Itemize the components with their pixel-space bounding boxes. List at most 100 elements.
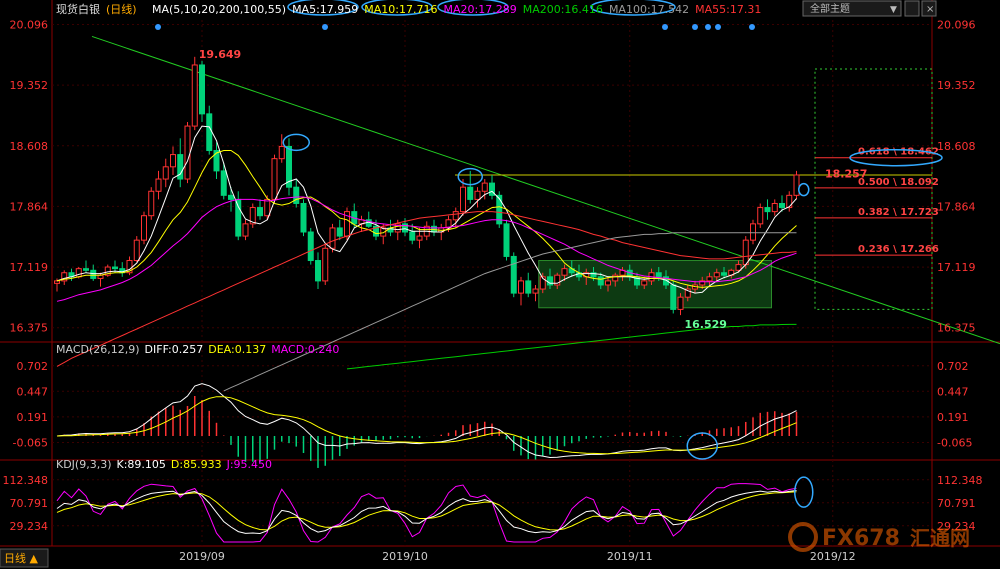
y-tick-right: 20.096 bbox=[937, 19, 976, 32]
candle-body bbox=[90, 269, 97, 279]
candle-body bbox=[155, 178, 162, 192]
candle-body bbox=[764, 207, 771, 213]
y-tick-right: 16.375 bbox=[937, 322, 976, 335]
event-dot bbox=[715, 24, 721, 30]
period-tab-label: 日线 ▲ bbox=[4, 551, 38, 565]
price-chart[interactable]: 20.096 20.096 19.352 19.352 18.608 18.608 17.8… bbox=[0, 0, 1000, 569]
candle-body bbox=[133, 239, 140, 262]
y-tick-left: 0.191 bbox=[17, 411, 49, 424]
y-tick-right: 0.447 bbox=[937, 385, 969, 398]
candle-body bbox=[721, 272, 727, 276]
legend-item: DEA:0.137 bbox=[208, 343, 266, 356]
y-tick-right: 17.864 bbox=[937, 200, 976, 213]
candle-body bbox=[786, 194, 793, 209]
candle-body bbox=[278, 145, 285, 160]
candle-body bbox=[184, 125, 191, 180]
legend-item: KDJ(9,3,3) bbox=[56, 458, 112, 471]
candle-body bbox=[612, 274, 619, 282]
y-tick-right: 70.791 bbox=[937, 497, 976, 510]
y-tick-right: 112.348 bbox=[937, 474, 983, 487]
event-dot bbox=[155, 24, 161, 30]
candle-body bbox=[315, 260, 321, 282]
candle-body bbox=[641, 280, 648, 286]
candle-body bbox=[170, 154, 176, 168]
symbol-title: 现货白银 bbox=[56, 2, 100, 16]
candle-body bbox=[329, 227, 336, 249]
candle-body bbox=[670, 284, 677, 310]
candle-body bbox=[264, 198, 271, 217]
candle-body bbox=[271, 158, 278, 200]
candle-body bbox=[503, 223, 510, 257]
candle-body bbox=[757, 207, 764, 225]
last-label: 18.257 bbox=[825, 167, 867, 180]
fib-label: 0.500 \ 18.092 bbox=[858, 177, 939, 188]
candle-body bbox=[235, 198, 242, 237]
candle-body bbox=[713, 272, 720, 278]
candle-body bbox=[162, 166, 169, 180]
y-tick-left: 17.119 bbox=[10, 261, 49, 274]
watermark-text: FX678 bbox=[822, 526, 900, 551]
legend-item: MACD(26,12,9) bbox=[56, 343, 140, 356]
candle-body bbox=[112, 266, 118, 270]
candle-body bbox=[793, 174, 800, 196]
candle-body bbox=[452, 211, 459, 221]
legend-item: MACD:0.240 bbox=[271, 343, 339, 356]
period-label: (日线) bbox=[106, 2, 137, 16]
candle-body bbox=[605, 280, 611, 286]
candle-body bbox=[300, 202, 307, 233]
y-tick-right: 0.702 bbox=[937, 360, 969, 373]
candle-body bbox=[83, 268, 89, 271]
candle-body bbox=[148, 190, 155, 217]
candle-body bbox=[206, 113, 213, 152]
ma-legend-item: MA20:17.289 bbox=[444, 3, 517, 16]
event-dot bbox=[662, 24, 668, 30]
x-tick-label: 2019/10 bbox=[382, 550, 428, 563]
y-tick-left: 29.234 bbox=[10, 520, 49, 533]
y-tick-right: 0.191 bbox=[937, 411, 969, 424]
candle-body bbox=[409, 231, 416, 241]
y-tick-left: 0.447 bbox=[17, 385, 49, 398]
x-tick-label: 2019/12 bbox=[810, 550, 856, 563]
x-tick-label: 2019/09 bbox=[179, 550, 225, 563]
event-dot bbox=[705, 24, 711, 30]
candle-body bbox=[257, 207, 263, 217]
candle-body bbox=[561, 268, 568, 276]
dropdown-arrow-icon: ▼ bbox=[890, 5, 897, 15]
candle-body bbox=[532, 288, 539, 294]
ma-legend-item: MA55:17.31 bbox=[695, 3, 761, 16]
legend-item: K:89.105 bbox=[117, 458, 166, 471]
candle-body bbox=[467, 186, 474, 200]
candle-body bbox=[191, 64, 198, 127]
y-tick-left: 20.096 bbox=[10, 19, 49, 32]
y-tick-left: 17.864 bbox=[10, 200, 49, 213]
candle-body bbox=[322, 247, 329, 282]
candle-body bbox=[460, 186, 466, 213]
fib-label: 0.236 \ 17.266 bbox=[858, 244, 939, 255]
window-minimize-button[interactable] bbox=[904, 0, 920, 17]
candle-body bbox=[474, 190, 481, 200]
candle-body bbox=[416, 235, 423, 241]
y-tick-right: 17.119 bbox=[937, 261, 976, 274]
theme-select-label: 全部主题 bbox=[810, 2, 850, 15]
ma-legend-item: MA100:17.542 bbox=[609, 3, 689, 16]
candle-body bbox=[518, 280, 524, 294]
candle-body bbox=[706, 276, 713, 282]
candle-body bbox=[742, 239, 749, 266]
candle-body bbox=[525, 280, 532, 294]
svg-text:MA(5,10,20,200,100,55)MA5:17.9: MA(5,10,20,200,100,55) MA5:17.959 MA10:17.… bbox=[152, 3, 761, 16]
candle-body bbox=[750, 223, 756, 241]
candle-body bbox=[779, 202, 785, 209]
candle-body bbox=[771, 202, 778, 213]
candle-body bbox=[75, 268, 82, 278]
event-dot bbox=[692, 24, 698, 30]
candle-body bbox=[677, 296, 684, 310]
candle-body bbox=[199, 64, 205, 115]
ma-legend-item: MA(5,10,20,200,100,55) bbox=[152, 3, 286, 16]
candle-body bbox=[220, 170, 227, 196]
y-tick-left: 112.348 bbox=[3, 474, 49, 487]
candle-body bbox=[228, 194, 234, 200]
ma-legend-item: MA10:17.716 bbox=[364, 3, 437, 16]
macd-legend: MACD(26,12,9) DIFF:0.257 DEA:0.137 MACD:0.2… bbox=[56, 343, 339, 356]
event-dot bbox=[749, 24, 755, 30]
candle-body bbox=[655, 272, 662, 278]
